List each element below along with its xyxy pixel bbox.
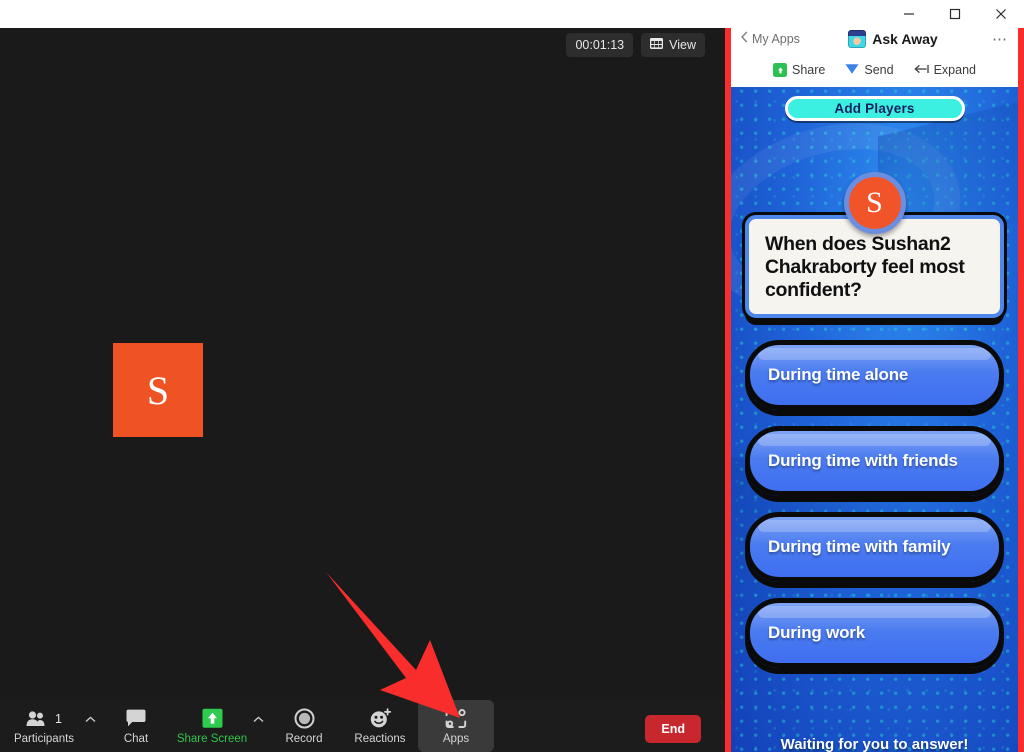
ask-away-app-icon	[848, 29, 867, 48]
toolbar-item-chat[interactable]: Chat	[98, 700, 174, 752]
apps-panel-actions: Share Send Expand	[731, 57, 1018, 87]
back-label: My Apps	[752, 31, 800, 46]
grid-view-icon	[650, 38, 664, 52]
reactions-icon	[369, 708, 392, 730]
minimize-icon[interactable]	[886, 0, 932, 28]
toolbar-label-record: Record	[285, 732, 323, 745]
answer-option-4[interactable]: During work	[745, 598, 1004, 668]
toolbar-item-reactions[interactable]: Reactions	[342, 700, 418, 752]
answer-option-3-label: During time with family	[768, 537, 951, 556]
meeting-top-pills: 00:01:13 View	[566, 33, 705, 57]
apps-panel-inner: My Apps Ask Away ⋯ Share Send Expand Add…	[731, 20, 1018, 752]
game-status-text: Waiting for you to answer!	[780, 736, 969, 752]
toolbar-items: 1 Participants Chat Share Screen Record …	[0, 700, 494, 752]
answer-option-2-label: During time with friends	[768, 451, 958, 470]
answer-option-1-label: During time alone	[768, 365, 909, 384]
toolbar-item-record[interactable]: Record	[266, 700, 342, 752]
chat-icon	[125, 708, 147, 730]
game-player-initial: S	[866, 186, 883, 219]
chevron-left-icon	[741, 31, 748, 46]
send-app-button[interactable]: Send	[845, 63, 894, 78]
participant-initial: S	[146, 367, 170, 413]
answer-option-1[interactable]: During time alone	[745, 340, 1004, 410]
record-icon	[294, 708, 315, 730]
expand-arrow-icon	[913, 63, 929, 78]
game-content: Add Players S When does Sushan2 Chakrabo…	[731, 96, 1018, 752]
meeting-timer: 00:01:13	[566, 33, 634, 57]
app-root: 00:01:13 View S 1 Participants Chat Shar…	[0, 0, 1024, 752]
participants-icon: 1	[26, 708, 62, 730]
zoom-meeting-window: 00:01:13 View S 1 Participants Chat Shar…	[0, 0, 725, 752]
participants-caret-icon[interactable]	[82, 700, 98, 752]
back-to-my-apps-button[interactable]: My Apps	[741, 31, 800, 46]
maximize-icon[interactable]	[932, 0, 978, 28]
close-icon[interactable]	[978, 0, 1024, 28]
ask-away-game-area: Add Players S When does Sushan2 Chakrabo…	[731, 87, 1018, 752]
toolbar-label-chat: Chat	[123, 732, 149, 745]
toolbar-label-share-screen: Share Screen	[176, 732, 248, 745]
app-name-label: Ask Away	[872, 30, 938, 47]
video-stage: 00:01:13 View S	[0, 0, 725, 700]
share-app-button[interactable]: Share	[773, 63, 825, 77]
share-upload-icon	[773, 63, 788, 77]
send-app-label: Send	[864, 63, 894, 77]
participant-video-tile[interactable]: S	[113, 343, 203, 437]
add-players-button[interactable]: Add Players	[784, 96, 965, 121]
view-button[interactable]: View	[641, 33, 705, 57]
answer-option-2[interactable]: During time with friends	[745, 426, 1004, 496]
toolbar-item-share-screen[interactable]: Share Screen	[174, 700, 250, 752]
toolbar-item-participants[interactable]: 1 Participants	[6, 700, 82, 752]
expand-app-label: Expand	[933, 63, 976, 77]
more-options-icon[interactable]: ⋯	[992, 30, 1008, 48]
window-titlebar	[0, 0, 1024, 28]
apps-icon	[445, 708, 467, 730]
share-app-label: Share	[792, 63, 826, 77]
send-plane-icon	[845, 63, 859, 78]
share-screen-caret-icon[interactable]	[250, 700, 266, 752]
toolbar-label-apps: Apps	[442, 732, 470, 745]
toolbar-item-apps[interactable]: Apps	[418, 700, 494, 752]
game-player-avatar: S	[843, 172, 906, 234]
toolbar-label-participants: Participants	[13, 732, 75, 745]
expand-app-button[interactable]: Expand	[913, 63, 976, 78]
end-meeting-button[interactable]: End	[645, 715, 701, 743]
toolbar-label-reactions: Reactions	[354, 732, 406, 745]
meeting-toolbar: 1 Participants Chat Share Screen Record …	[0, 700, 725, 752]
answer-option-3[interactable]: During time with family	[745, 512, 1004, 582]
share-screen-icon	[201, 708, 224, 730]
participants-count: 1	[55, 711, 62, 726]
meeting-timer-text: 00:01:13	[575, 38, 625, 52]
question-text: When does Sushan2 Chakraborty feel most …	[765, 233, 965, 301]
app-title-group: Ask Away	[794, 29, 992, 48]
answer-options-list: During time alone During time with frien…	[731, 340, 1018, 668]
apps-side-panel: My Apps Ask Away ⋯ Share Send Expand Add…	[725, 14, 1024, 752]
view-button-label: View	[669, 38, 696, 52]
answer-option-4-label: During work	[768, 623, 865, 642]
